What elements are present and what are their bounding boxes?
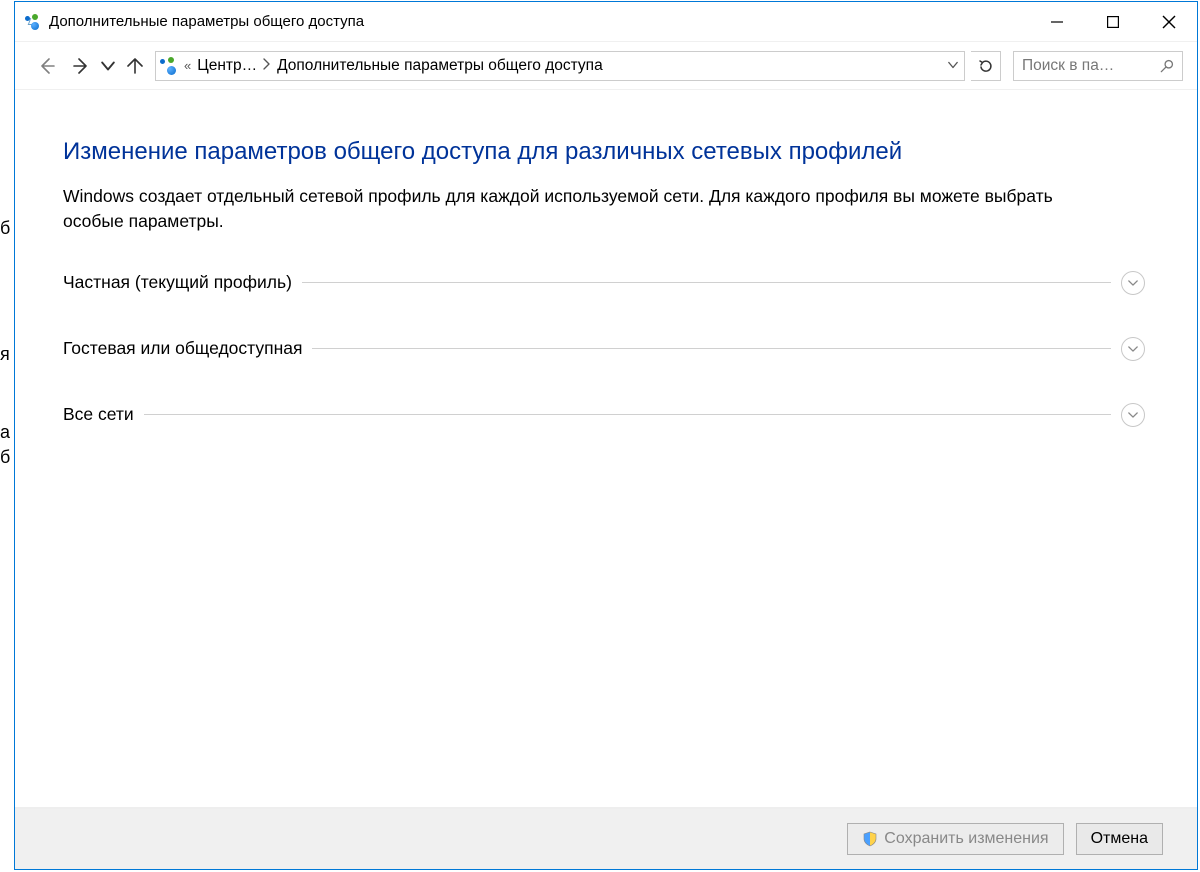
maximize-icon [1107, 16, 1119, 28]
page-heading: Изменение параметров общего доступа для … [63, 138, 1145, 166]
cancel-button[interactable]: Отмена [1076, 823, 1163, 855]
close-icon [1162, 15, 1176, 29]
search-icon [1160, 59, 1174, 73]
chevron-down-icon [1128, 410, 1138, 420]
titlebar-left: Дополнительные параметры общего доступа [15, 13, 364, 30]
expand-button[interactable] [1121, 403, 1145, 427]
divider [144, 414, 1111, 415]
up-button[interactable] [121, 52, 149, 80]
expand-button[interactable] [1121, 271, 1145, 295]
breadcrumb-current[interactable]: Дополнительные параметры общего доступа [277, 57, 603, 75]
arrow-right-icon [73, 58, 89, 74]
address-dropdown[interactable] [946, 57, 960, 75]
address-bar[interactable]: « Центр… Дополнительные параметры общего… [155, 51, 965, 81]
save-button-label: Сохранить изменения [884, 830, 1048, 848]
chevron-down-icon [101, 58, 115, 74]
save-button: Сохранить изменения [847, 823, 1063, 855]
page-description: Windows создает отдельный сетевой профил… [63, 184, 1103, 235]
window-title: Дополнительные параметры общего доступа [49, 13, 364, 30]
nav-toolbar: « Центр… Дополнительные параметры общего… [15, 42, 1197, 90]
section-all-networks[interactable]: Все сети [63, 403, 1145, 427]
section-label: Частная (текущий профиль) [63, 272, 292, 293]
search-placeholder: Поиск в па… [1022, 57, 1114, 75]
arrow-left-icon [39, 58, 55, 74]
chevron-down-icon [1128, 344, 1138, 354]
arrow-up-icon [127, 58, 143, 74]
window-frame: Дополнительные параметры общего доступа [14, 1, 1198, 870]
footer-bar: Сохранить изменения Отмена [15, 807, 1197, 869]
section-label: Гостевая или общедоступная [63, 338, 302, 359]
content-area: Изменение параметров общего доступа для … [15, 90, 1197, 807]
cancel-button-label: Отмена [1091, 830, 1148, 848]
minimize-button[interactable] [1029, 2, 1085, 42]
recents-button[interactable] [101, 52, 115, 80]
section-private[interactable]: Частная (текущий профиль) [63, 271, 1145, 295]
breadcrumb-lead: « [184, 58, 191, 73]
network-icon [160, 57, 178, 75]
expand-button[interactable] [1121, 337, 1145, 361]
breadcrumb-parent[interactable]: Центр… [197, 57, 257, 75]
divider [302, 282, 1111, 283]
minimize-icon [1051, 16, 1063, 28]
section-label: Все сети [63, 404, 134, 425]
shield-icon [862, 831, 878, 847]
window-controls [1029, 2, 1197, 42]
refresh-button[interactable] [971, 51, 1001, 81]
search-input[interactable]: Поиск в па… [1013, 51, 1183, 81]
chevron-right-icon [263, 58, 271, 73]
chevron-down-icon [948, 60, 958, 70]
refresh-icon [978, 58, 994, 74]
section-guest[interactable]: Гостевая или общедоступная [63, 337, 1145, 361]
divider [312, 348, 1111, 349]
chevron-down-icon [1128, 278, 1138, 288]
back-button[interactable] [33, 52, 61, 80]
close-button[interactable] [1141, 2, 1197, 42]
titlebar: Дополнительные параметры общего доступа [15, 2, 1197, 42]
network-icon [25, 14, 41, 30]
forward-button[interactable] [67, 52, 95, 80]
maximize-button[interactable] [1085, 2, 1141, 42]
